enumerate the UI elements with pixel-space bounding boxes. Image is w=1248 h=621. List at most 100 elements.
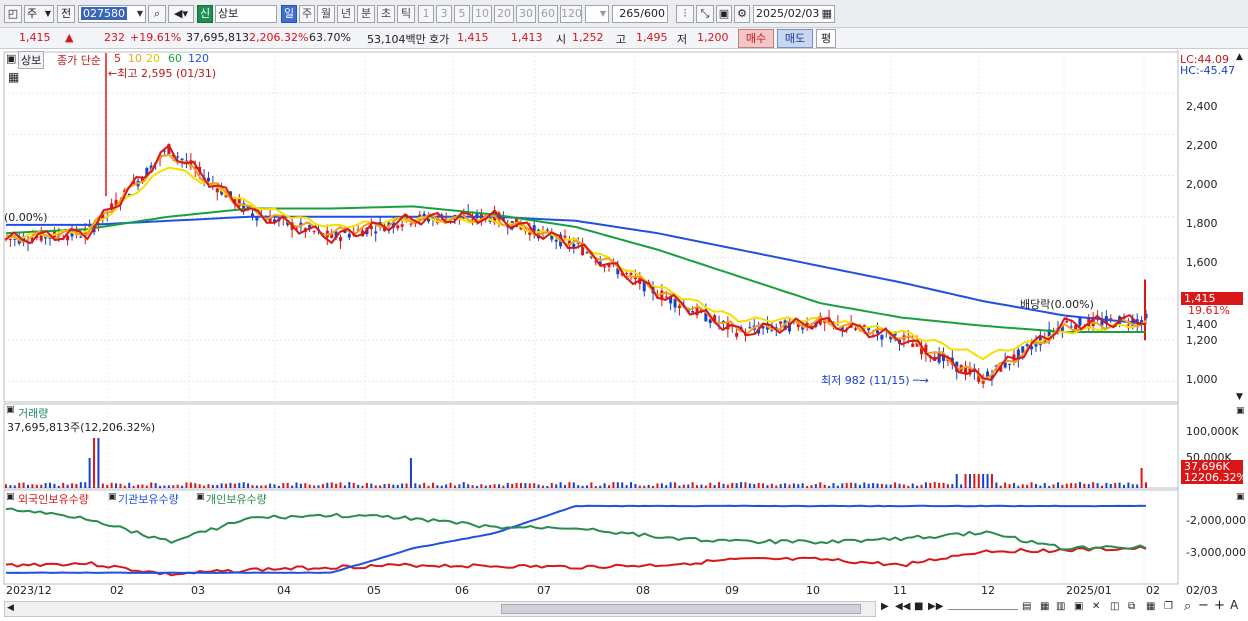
scrollbar-thumb[interactable] <box>501 604 861 614</box>
stock-code-value: 027580 <box>81 7 127 20</box>
y-tick-1200: 1,200 <box>1186 334 1218 347</box>
new-badge: 신 <box>197 5 213 23</box>
stock-name-field[interactable]: 상보 <box>215 5 277 23</box>
zoom-slider[interactable] <box>948 609 1018 610</box>
rewind-icon[interactable]: ◀◀ <box>895 601 910 612</box>
candle-body <box>1078 317 1082 326</box>
sound-icon[interactable]: ◀▾ <box>168 5 194 23</box>
interval-20[interactable]: 20 <box>494 5 514 23</box>
interval-30[interactable]: 30 <box>516 5 536 23</box>
period-minute[interactable]: 분 <box>357 5 375 23</box>
chevron-down-icon: ▼ <box>44 9 51 18</box>
line-draw-icon[interactable]: ⤡ <box>696 5 714 23</box>
panel-options-icon[interactable]: ▣ <box>108 492 117 502</box>
interval-10[interactable]: 10 <box>472 5 492 23</box>
save-icon[interactable]: ▣ <box>716 5 732 23</box>
scroll-right-icon[interactable]: ▶ <box>881 601 889 612</box>
bar-count-field[interactable]: 265/600 <box>612 5 668 23</box>
settings-gear-icon[interactable]: ⚙ <box>734 5 750 23</box>
volume-bar <box>361 485 364 488</box>
price-panel-title[interactable]: 상보 <box>18 51 45 69</box>
candle-body <box>563 235 567 238</box>
panel-options-icon[interactable]: ▣ <box>6 52 16 65</box>
window-menu-icon[interactable]: ◰ <box>4 5 22 23</box>
panel-options-icon[interactable]: ▣ <box>6 405 15 415</box>
volume-bar <box>696 485 699 488</box>
interval-custom-select[interactable]: ▼ <box>585 5 609 23</box>
interval-120[interactable]: 120 <box>560 5 582 23</box>
interval-1[interactable]: 1 <box>418 5 434 23</box>
volume-bar <box>973 474 976 488</box>
layout-icon[interactable]: ▤ <box>1022 601 1031 612</box>
volume-bar <box>907 485 910 488</box>
volume-bar <box>475 485 478 488</box>
cross-icon[interactable]: ✕ <box>1092 601 1100 612</box>
period-tick[interactable]: 틱 <box>397 5 415 23</box>
interval-5[interactable]: 5 <box>454 5 470 23</box>
volume-bar <box>964 474 967 488</box>
period-month[interactable]: 월 <box>317 5 335 23</box>
link-icon[interactable]: ⧉ <box>1128 601 1135 612</box>
search-icon[interactable]: ⌕ <box>148 5 166 23</box>
volume-bar <box>1043 482 1046 488</box>
tile-icon[interactable]: ▣ <box>1074 601 1083 612</box>
scroll-left-icon[interactable]: ◀ <box>7 603 14 613</box>
period-second[interactable]: 초 <box>377 5 395 23</box>
hold-tick-2m: -2,000,000 <box>1186 514 1246 527</box>
chart-area[interactable]: ▣ 상보 종가 단순 5 10 20 60 120 ▦ ←최고 2,595 (0… <box>0 50 1248 621</box>
close-panel-icon[interactable]: ▣ <box>1236 406 1245 416</box>
scroll-up-icon[interactable]: ▲ <box>1236 52 1243 62</box>
horizontal-scrollbar[interactable]: ◀ <box>4 601 876 617</box>
volume-bar <box>519 483 522 488</box>
volume-bar <box>744 482 747 488</box>
high-annotation-text: 최고 2,595 (01/31) <box>117 67 217 80</box>
sell-button[interactable]: 매도 <box>777 29 813 48</box>
prev-button[interactable]: 전 <box>57 5 75 23</box>
evaluate-button[interactable]: 평 <box>816 29 836 48</box>
table-icon[interactable]: ▦ <box>1146 601 1155 612</box>
bid-price-1: 1,415 <box>457 31 489 44</box>
volume-bar <box>977 474 980 488</box>
close-panel-icon[interactable]: ▣ <box>1236 492 1245 502</box>
volume-bar <box>269 483 272 488</box>
volume-bar <box>832 483 835 488</box>
split-icon[interactable]: ▥ <box>1056 601 1065 612</box>
panel-options-icon[interactable]: ▣ <box>196 492 205 502</box>
date-field[interactable]: 2025/02/03 ▦ <box>753 5 835 23</box>
panel-options-icon[interactable]: ▣ <box>6 492 15 502</box>
volume-bar <box>374 485 377 488</box>
period-day[interactable]: 일 <box>281 5 297 23</box>
volume-bar <box>608 485 611 488</box>
y-tick-2200: 2,200 <box>1186 139 1218 152</box>
zoom-out-icon[interactable]: − <box>1198 598 1209 613</box>
interval-3[interactable]: 3 <box>436 5 452 23</box>
stock-code-input[interactable]: 027580 ▼ <box>78 5 146 23</box>
volume-bar <box>225 483 228 488</box>
buy-button[interactable]: 매수 <box>738 29 774 48</box>
zoom-in-icon[interactable]: + <box>1214 598 1225 613</box>
interval-60[interactable]: 60 <box>538 5 558 23</box>
volume-bar <box>396 484 399 488</box>
window-icon[interactable]: ◫ <box>1110 601 1119 612</box>
volume-bar <box>273 484 276 488</box>
table-view-icon[interactable]: ▦ <box>8 70 19 84</box>
candle-type-icon[interactable]: ⫶ <box>676 5 694 23</box>
search-zoom-icon[interactable]: ⌕ <box>1184 599 1191 614</box>
scroll-down-icon[interactable]: ▼ <box>1236 392 1243 402</box>
volume-bar <box>79 482 82 488</box>
volume-bar <box>339 482 342 488</box>
period-year[interactable]: 년 <box>337 5 355 23</box>
candle-body <box>1008 363 1012 365</box>
cascade-icon[interactable]: ❐ <box>1164 601 1173 612</box>
volume-bar <box>194 483 197 488</box>
volume-bar <box>299 483 302 488</box>
candle-body <box>206 177 210 182</box>
grid-icon[interactable]: ▦ <box>1040 601 1049 612</box>
forward-icon[interactable]: ▶▶ <box>928 601 943 612</box>
stop-icon[interactable]: ■ <box>914 601 923 612</box>
chart-type-select[interactable]: 주 ▼ <box>24 5 54 23</box>
volume-bar <box>1070 483 1073 488</box>
period-week[interactable]: 주 <box>299 5 315 23</box>
auto-scale-icon[interactable]: A <box>1230 598 1238 612</box>
volume-bar <box>894 482 897 488</box>
